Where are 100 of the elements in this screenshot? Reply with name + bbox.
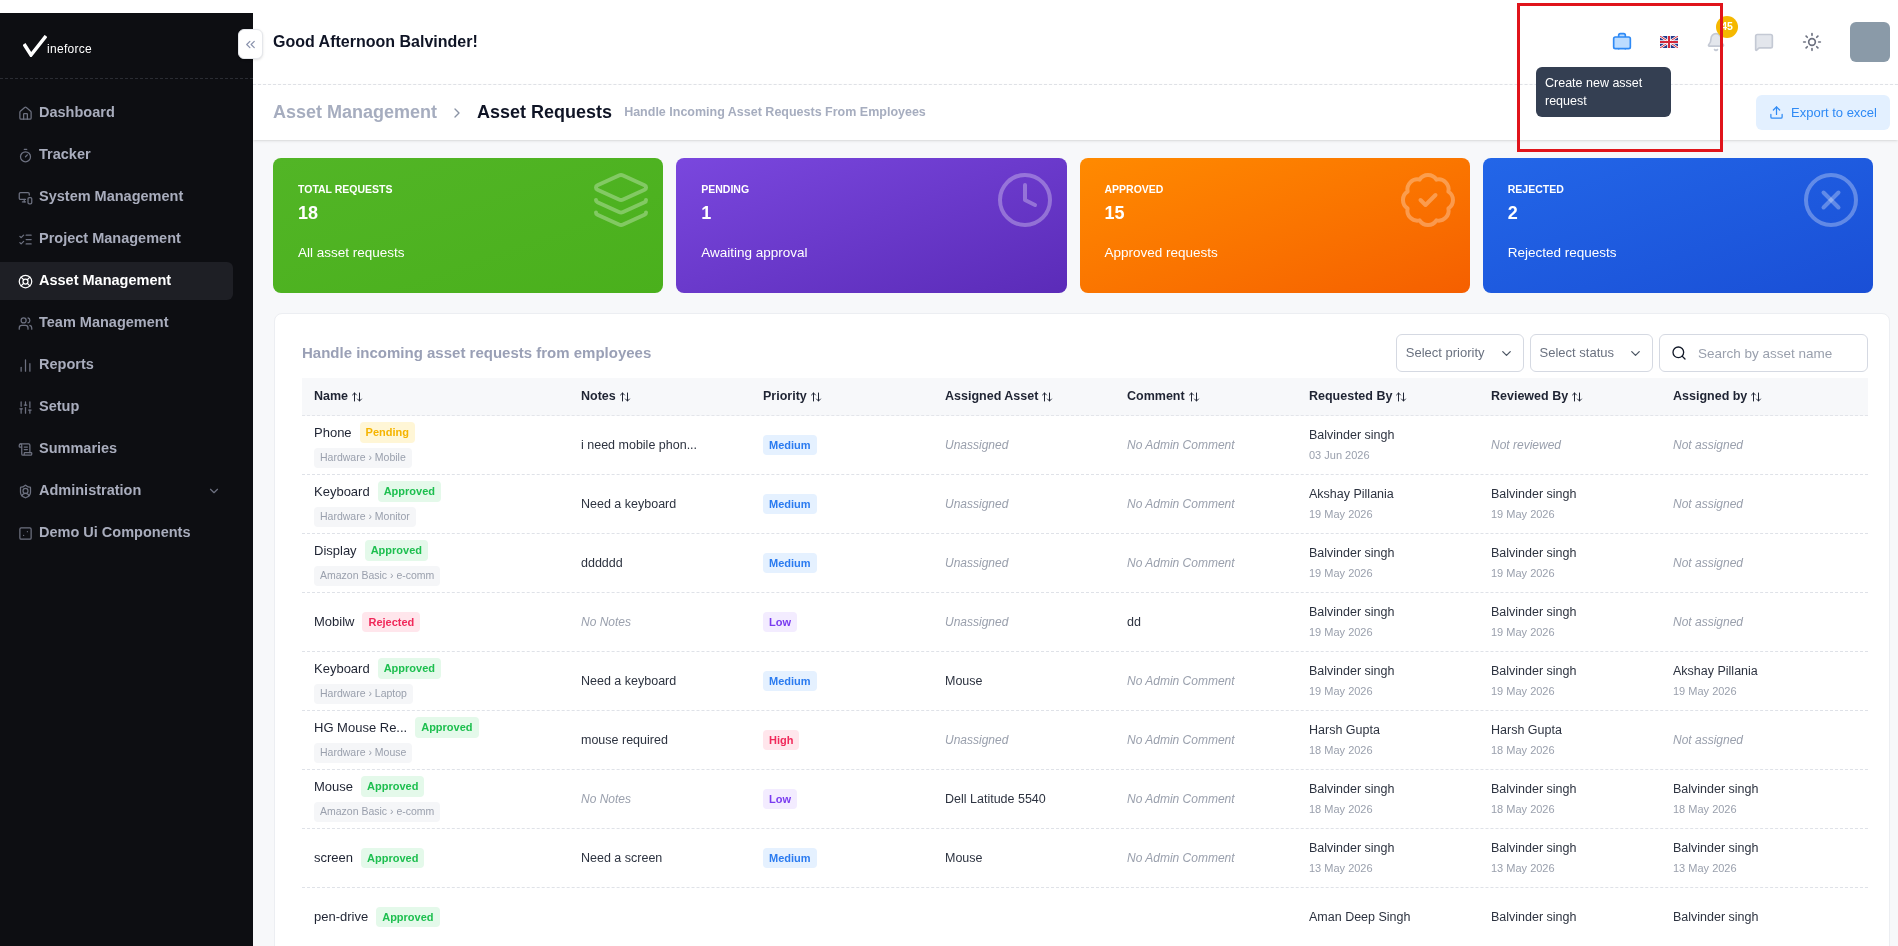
sort-icon: [809, 390, 822, 403]
comment-text: No Admin Comment: [1127, 732, 1236, 749]
nav-item[interactable]: Demo Ui Components: [0, 514, 233, 552]
notes-text: Need a screen: [581, 849, 664, 867]
home-icon: [18, 105, 33, 121]
sort-icon: [1395, 390, 1408, 403]
stat-value: 18: [298, 201, 320, 225]
sliders-icon: [18, 399, 33, 415]
checklist-icon: [18, 231, 33, 247]
asset-name: Keyboard: [314, 482, 370, 501]
column-header[interactable]: Assigned Asset: [933, 387, 1054, 406]
notes-text: Need a keyboard: [581, 495, 678, 513]
stat-caption: Rejected requests: [1507, 243, 1618, 262]
comment-text: No Admin Comment: [1127, 791, 1236, 808]
requester-name: Balvinder singh: [1309, 427, 1396, 445]
assigner-name: Not assigned: [1673, 437, 1745, 454]
date-text: 19 May 2026: [1309, 566, 1374, 582]
stat-value: 2: [1507, 201, 1519, 225]
priority-badge: Medium: [763, 493, 817, 515]
sort-icon: [1750, 390, 1763, 403]
logo-check-icon: [23, 34, 47, 57]
column-header[interactable]: Priority: [751, 387, 822, 406]
asset-name: screen: [314, 849, 354, 868]
status-badge: Approved: [361, 847, 425, 869]
column-header[interactable]: Requested By: [1297, 387, 1408, 406]
filter-select[interactable]: Select status: [1529, 334, 1653, 372]
column-header[interactable]: Notes: [569, 387, 631, 406]
sort-icon: [1571, 390, 1584, 403]
sun-icon[interactable]: [1802, 32, 1822, 52]
column-header[interactable]: Assigned by: [1661, 387, 1763, 406]
notes-text: No Notes: [581, 791, 633, 808]
nav-item[interactable]: Team Management: [0, 304, 233, 342]
assigned-asset-text: Dell Latitude 5540: [945, 790, 1047, 808]
nav-item[interactable]: Tracker: [0, 136, 233, 174]
nav-item[interactable]: Setup: [0, 388, 233, 426]
uk-flag-icon[interactable]: [1660, 36, 1678, 48]
notes-text: Need a keyboard: [581, 672, 678, 690]
stat-label: TOTAL REQUESTS: [298, 182, 394, 197]
date-text: 13 May 2026: [1309, 861, 1374, 877]
category-tag: Hardware › Laptop: [314, 683, 413, 704]
date-text: 03 Jun 2026: [1309, 448, 1371, 464]
comment-text: dd: [1127, 613, 1142, 631]
priority-badge: High: [763, 729, 800, 751]
column-header[interactable]: Comment: [1115, 387, 1200, 406]
nav-item[interactable]: Dashboard: [0, 94, 233, 132]
priority-badge: Medium: [763, 552, 817, 574]
stat-value: 1: [701, 201, 713, 225]
bell-icon[interactable]: [1706, 32, 1726, 52]
category-tag: Amazon Basic › e-comm: [314, 801, 441, 822]
filter-select[interactable]: Select priority: [1395, 334, 1524, 372]
reviewer-name: Balvinder singh: [1491, 486, 1578, 504]
assigner-name: Balvinder singh: [1673, 908, 1760, 926]
assigned-asset-text: Mouse: [945, 672, 984, 690]
team-icon: [18, 315, 33, 331]
requester-name: Balvinder singh: [1309, 604, 1396, 622]
column-header[interactable]: Name: [302, 387, 364, 406]
column-header[interactable]: Reviewed By: [1479, 387, 1584, 406]
sort-icon: [351, 390, 364, 403]
nav-item[interactable]: Administration: [0, 472, 233, 510]
nav-item[interactable]: Summaries: [0, 430, 233, 468]
reviewer-name: Balvinder singh: [1491, 545, 1578, 563]
page-title: Asset Requests: [477, 101, 613, 124]
category-tag: Hardware › Mobile: [314, 447, 412, 468]
date-text: 18 May 2026: [1491, 743, 1556, 759]
status-badge: Approved: [361, 776, 425, 797]
nav-item[interactable]: Project Management: [0, 220, 233, 258]
status-badge: Approved: [377, 658, 441, 679]
sort-icon: [618, 390, 631, 403]
greeting-text: Good Afternoon Balvinder!: [273, 32, 478, 52]
shield-user-icon: [18, 483, 33, 499]
category-tag: Hardware › Mouse: [314, 742, 413, 763]
date-text: 19 May 2026: [1491, 507, 1556, 523]
date-text: 18 May 2026: [1491, 802, 1556, 818]
nav-item[interactable]: Asset Management: [0, 262, 233, 300]
asset-name: pen-drive: [314, 908, 369, 927]
comment-text: No Admin Comment: [1127, 673, 1236, 690]
reviewer-name: Balvinder singh: [1491, 604, 1578, 622]
nav-item[interactable]: System Management: [0, 178, 233, 216]
assigner-name: Not assigned: [1673, 614, 1745, 631]
date-text: 19 May 2026: [1491, 684, 1556, 700]
date-text: 18 May 2026: [1309, 802, 1374, 818]
notes-text: No Notes: [581, 614, 633, 631]
stat-caption: Awaiting approval: [701, 243, 809, 262]
date-text: 13 May 2026: [1673, 861, 1738, 877]
search-field[interactable]: Search by asset name: [1659, 334, 1868, 372]
assigner-name: Not assigned: [1673, 496, 1745, 513]
collapse-sidebar-button[interactable]: [238, 29, 263, 59]
asset-name: Keyboard: [314, 659, 370, 678]
date-text: 19 May 2026: [1491, 625, 1556, 641]
notes-text: mouse required: [581, 731, 669, 749]
stat-label: APPROVED: [1104, 182, 1165, 197]
requester-name: Balvinder singh: [1309, 545, 1396, 563]
date-text: 13 May 2026: [1491, 861, 1556, 877]
stat-label: PENDING: [701, 182, 751, 197]
status-badge: Approved: [377, 481, 441, 502]
assigned-asset-text: Unassigned: [945, 437, 1010, 454]
nav-item[interactable]: Reports: [0, 346, 233, 384]
assigned-asset-text: Unassigned: [945, 732, 1010, 749]
briefcase-icon[interactable]: [1612, 32, 1632, 52]
assigner-name: Not assigned: [1673, 732, 1745, 749]
